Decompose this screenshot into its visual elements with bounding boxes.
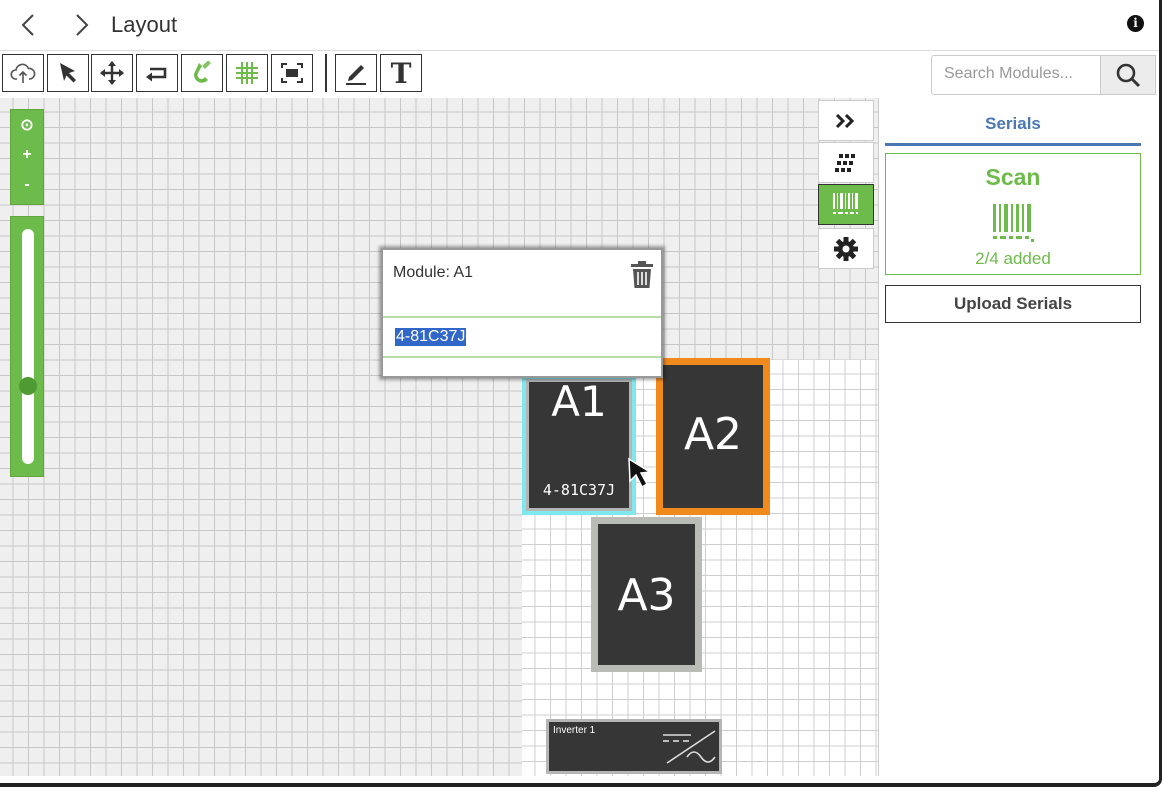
upload-serials-button[interactable]: Upload Serials <box>885 285 1141 323</box>
page-title: Layout <box>111 12 178 37</box>
zoom-slider[interactable] <box>10 216 44 477</box>
side-tabs <box>818 100 874 270</box>
text-icon: T <box>390 56 412 90</box>
zoom-thumb[interactable] <box>19 376 37 395</box>
module-serial: 4-81C37J <box>542 481 616 499</box>
scan-button[interactable]: Scan 2/4 added <box>885 153 1141 275</box>
select-arrow-icon <box>60 63 76 83</box>
mouse-cursor-icon <box>628 457 653 489</box>
serial-input-value: 4-81C37J <box>395 328 467 346</box>
search-button[interactable] <box>1100 55 1156 95</box>
tab-serials-header[interactable]: Serials <box>885 109 1141 146</box>
move-tool-button[interactable] <box>91 54 133 92</box>
module-a3[interactable]: A3 <box>591 517 702 672</box>
draw-tool-button[interactable] <box>335 54 377 92</box>
rotate-icon <box>146 67 167 82</box>
text-tool-button[interactable]: T <box>380 54 422 92</box>
barcode-icon <box>833 192 858 214</box>
tab-settings[interactable] <box>818 228 874 269</box>
module-a2[interactable]: A2 <box>656 358 770 515</box>
cloud-upload-icon <box>10 63 36 83</box>
scan-title: Scan <box>985 164 1041 190</box>
collapse-panel-button[interactable] <box>818 100 874 141</box>
zoom-out-button[interactable]: - <box>11 170 43 200</box>
back-button[interactable] <box>13 10 43 40</box>
module-label: A1 <box>551 377 607 426</box>
serials-panel: Serials Scan 2/4 added Upload Serials <box>878 98 1159 776</box>
tab-serials[interactable] <box>818 184 874 225</box>
chevron-right-icon <box>76 14 89 36</box>
toolbar-divider <box>325 54 327 92</box>
zoom-center-button[interactable]: ⊙ <box>11 110 43 140</box>
title-bar: Layout i <box>0 0 1159 50</box>
serial-input-field[interactable]: 4-81C37J <box>383 316 661 358</box>
inverter-block[interactable]: Inverter 1 <box>546 719 722 774</box>
grid-toggle-button[interactable] <box>226 54 268 92</box>
barcode-icon <box>993 204 1034 242</box>
search-input[interactable] <box>932 56 1104 92</box>
module-popup: Module: A1 4-81C37J <box>381 248 663 378</box>
settings-icon <box>834 236 858 261</box>
search-icon <box>1116 63 1141 88</box>
module-label: A2 <box>683 409 743 460</box>
module-label: A3 <box>617 570 676 621</box>
zoom-in-button[interactable]: + <box>11 140 43 170</box>
inverter-symbol-icon <box>663 730 716 764</box>
info-icon[interactable]: i <box>1127 15 1144 32</box>
fit-screen-icon <box>281 63 303 83</box>
cloud-upload-button[interactable] <box>2 54 44 92</box>
pencil-icon <box>346 65 366 85</box>
rotate-tool-button[interactable] <box>136 54 178 92</box>
popup-title: Module: A1 <box>393 264 474 281</box>
toolbar: T <box>0 50 1159 100</box>
grid-dots-icon <box>835 153 855 172</box>
layout-canvas[interactable]: ⊙ + - A1 4-81C37J A2 A3 Inverter 1 Modul… <box>0 98 878 776</box>
snap-magnet-button[interactable] <box>181 54 223 92</box>
grid-icon <box>236 62 258 84</box>
module-a1[interactable]: A1 4-81C37J <box>522 375 636 515</box>
fit-screen-button[interactable] <box>271 54 313 92</box>
search-box <box>931 55 1104 95</box>
inverter-label: Inverter 1 <box>553 725 596 736</box>
zoom-controls: ⊙ + - <box>10 109 44 205</box>
scan-count: 2/4 added <box>975 249 1051 268</box>
tab-module-grid[interactable] <box>818 142 874 183</box>
app-window: Layout i T Search Modules... ⊙ + - A1 4-… <box>0 0 1162 787</box>
zoom-track <box>22 229 34 464</box>
forward-button[interactable] <box>67 10 97 40</box>
select-tool-button[interactable] <box>47 54 89 92</box>
move-icon <box>100 61 124 85</box>
magnet-icon <box>193 60 211 83</box>
trash-icon[interactable] <box>628 260 656 290</box>
collapse-icon <box>835 113 855 128</box>
chevron-left-icon <box>21 14 34 36</box>
